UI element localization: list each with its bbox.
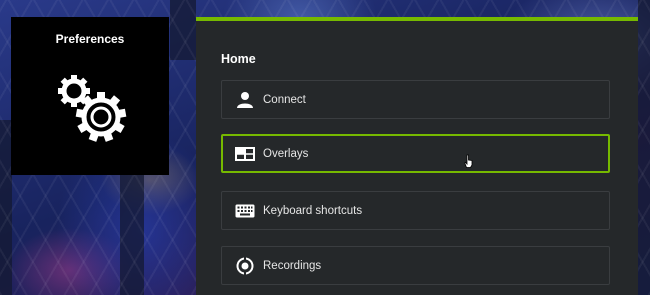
gears-icon [58,75,127,142]
user-icon [234,89,256,111]
preferences-title: Preferences [55,32,125,46]
settings-panel: Home Connect Overlays Keyboard shortcuts… [196,17,638,295]
keyboard-icon [234,200,256,222]
menu-item-label: Recordings [263,259,322,272]
panel-title: Home [221,52,256,66]
menu-item-label: Overlays [263,147,309,160]
overlay-layout-icon [234,143,256,165]
preferences-tile[interactable]: Preferences [11,17,169,175]
hand-cursor-icon [464,154,473,168]
menu-item-overlays[interactable]: Overlays [221,134,610,173]
recordings-icon [234,255,256,277]
background-strut [170,0,196,60]
background-edge [638,0,650,295]
menu-item-label: Connect [263,93,306,106]
menu-item-connect[interactable]: Connect [221,80,610,119]
menu-item-label: Keyboard shortcuts [263,204,363,217]
background-pillar [120,175,144,295]
menu-item-recordings[interactable]: Recordings [221,246,610,285]
menu-item-keyboard-shortcuts[interactable]: Keyboard shortcuts [221,191,610,230]
